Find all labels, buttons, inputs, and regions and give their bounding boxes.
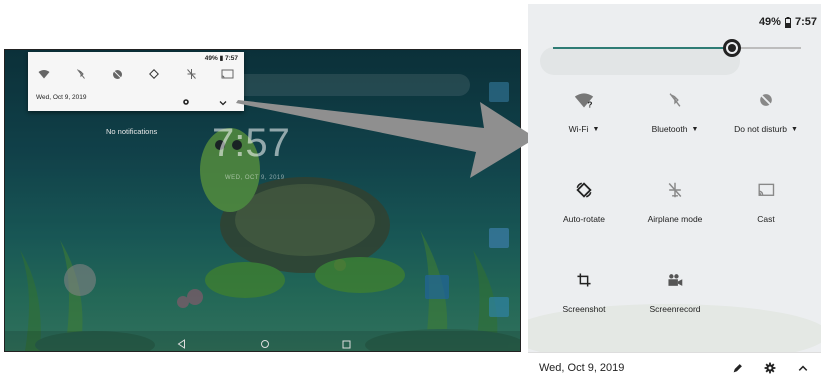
bluetooth-off-icon [669,93,681,107]
tile-label: Wi-Fi [568,124,589,134]
settings-gear-icon[interactable] [762,360,778,376]
tile-label: Auto-rotate [562,214,606,224]
tile-cast[interactable]: Cast [716,178,816,238]
quick-settings-expanded: 49% 7:57 ? Wi-Fi ▼ Bluetooth ▼ Do not dist… [528,4,821,382]
tile-do-not-disturb[interactable]: Do not disturb ▼ [716,88,816,148]
tile-label: Cast [757,214,775,224]
tile-label: Screenrecord [649,304,701,314]
tile-airplane-mode[interactable]: Airplane mode [625,178,725,238]
dnd-off-icon [759,93,773,107]
clock: 7:57 [794,16,817,28]
tile-label: Airplane mode [647,214,703,224]
brightness-slider[interactable] [553,39,801,57]
screenrecord-icon [668,274,683,286]
battery-percent: 49% [758,16,781,28]
tile-wifi[interactable]: ? Wi-Fi ▼ [534,88,634,148]
tile-label: Do not disturb [734,124,787,134]
auto-rotate-icon [576,182,592,198]
tile-bluetooth[interactable]: Bluetooth ▼ [625,88,725,148]
airplane-off-icon [668,182,682,198]
cast-icon [758,183,775,196]
tile-label: Bluetooth [651,124,688,134]
brightness-fill [553,47,732,49]
footer-date: Wed, Oct 9, 2019 [539,362,625,374]
panel-status-bar: 49% 7:57 [759,16,817,28]
wifi-question-icon: ? [574,93,594,110]
screenshot-icon [577,273,591,287]
tile-screenrecord[interactable]: Screenrecord [625,268,725,328]
chevron-up-icon[interactable] [795,360,811,376]
dropdown-caret-icon: ▼ [691,126,699,133]
tile-screenshot[interactable]: Screenshot [534,268,634,328]
svg-text:?: ? [587,100,592,110]
brightness-thumb-icon[interactable] [722,38,742,58]
tile-label: Screenshot [562,304,606,314]
battery-icon [784,16,791,28]
dropdown-caret-icon: ▼ [790,126,798,133]
edit-pencil-icon[interactable] [729,360,745,376]
dropdown-caret-icon: ▼ [592,126,600,133]
quick-settings-footer: Wed, Oct 9, 2019 [528,352,821,382]
tile-auto-rotate[interactable]: Auto-rotate [534,178,634,238]
